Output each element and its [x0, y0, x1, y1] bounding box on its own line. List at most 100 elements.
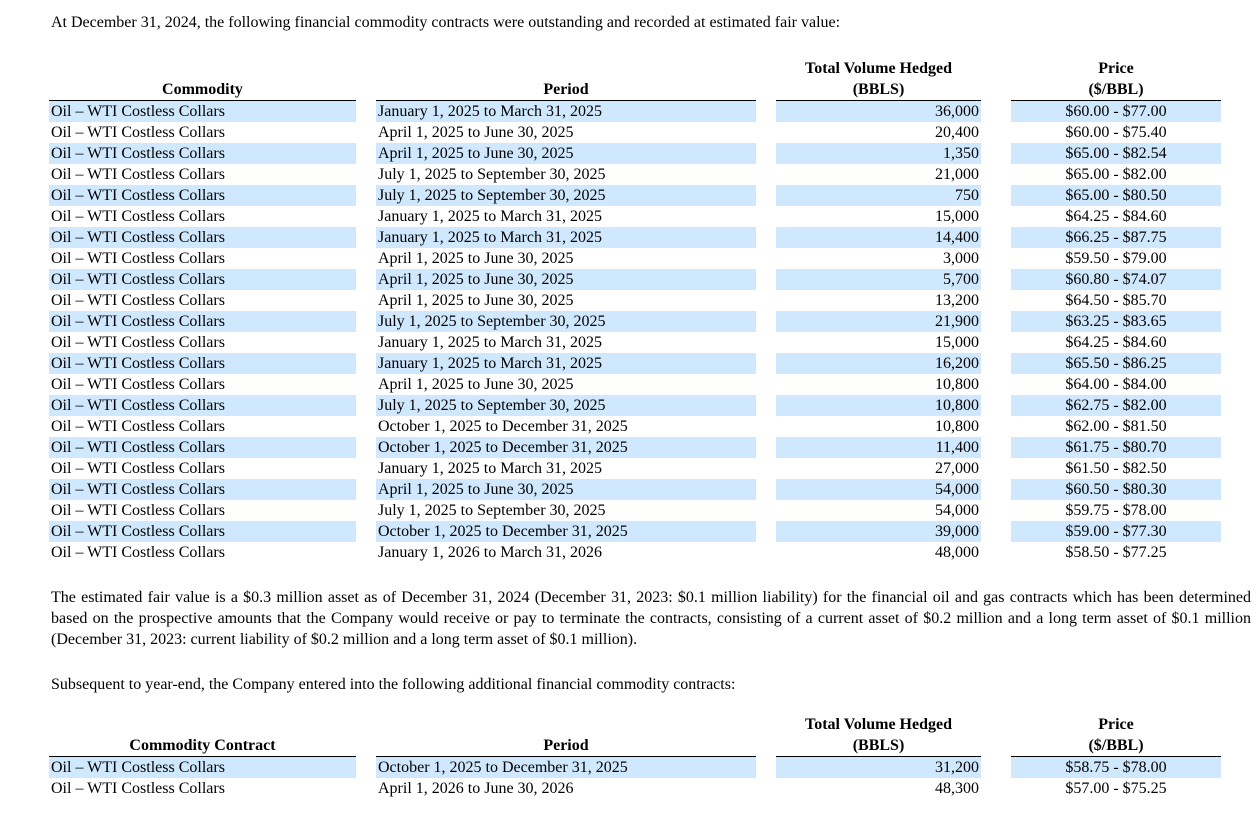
period-column-header: Period	[376, 58, 756, 101]
fair-value-paragraph: The estimated fair value is a $0.3 milli…	[51, 589, 1251, 648]
price-cell: $63.25 - $83.65	[1011, 311, 1221, 332]
table-row: Oil – WTI Costless Collars July 1, 2025 t…	[49, 164, 1221, 185]
commodity-cell: Oil – WTI Costless Collars	[49, 778, 356, 799]
table-row: Oil – WTI Costless Collars July 1, 2025 t…	[49, 311, 1221, 332]
period-cell: July 1, 2025 to September 30, 2025	[376, 395, 756, 416]
subsequent-contracts-table: Commodity Contract Period Total Volume H…	[49, 714, 1221, 799]
volume-cell: 750	[776, 185, 981, 206]
table-row: Oil – WTI Costless Collars April 1, 2025 …	[49, 479, 1221, 500]
period-cell: October 1, 2025 to December 31, 2025	[376, 416, 756, 437]
commodity-contract-column-header: Commodity Contract	[49, 714, 356, 757]
commodity-cell: Oil – WTI Costless Collars	[49, 100, 356, 122]
price-cell: $59.50 - $79.00	[1011, 248, 1221, 269]
volume-cell: 10,800	[776, 416, 981, 437]
period-cell: January 1, 2025 to March 31, 2025	[376, 206, 756, 227]
table-row: Oil – WTI Costless Collars January 1, 202…	[49, 353, 1221, 374]
table-header-row: Commodity Contract Period Total Volume H…	[49, 714, 1221, 757]
period-cell: April 1, 2025 to June 30, 2025	[376, 479, 756, 500]
table-row: Oil – WTI Costless Collars January 1, 202…	[49, 332, 1221, 353]
price-column-header: Price ($/BBL)	[1011, 58, 1221, 101]
commodity-cell: Oil – WTI Costless Collars	[49, 164, 356, 185]
table-row: Oil – WTI Costless Collars April 1, 2025 …	[49, 248, 1221, 269]
intro-paragraph: At December 31, 2024, the following fina…	[51, 14, 841, 31]
table-row: Oil – WTI Costless Collars July 1, 2025 t…	[49, 395, 1221, 416]
price-cell: $61.75 - $80.70	[1011, 437, 1221, 458]
table-row: Oil – WTI Costless Collars October 1, 202…	[49, 756, 1221, 778]
period-cell: July 1, 2025 to September 30, 2025	[376, 311, 756, 332]
volume-cell: 10,800	[776, 395, 981, 416]
volume-cell: 15,000	[776, 206, 981, 227]
period-cell: October 1, 2025 to December 31, 2025	[376, 521, 756, 542]
price-cell: $58.50 - $77.25	[1011, 542, 1221, 563]
volume-cell: 20,400	[776, 122, 981, 143]
price-cell: $60.80 - $74.07	[1011, 269, 1221, 290]
price-cell: $59.75 - $78.00	[1011, 500, 1221, 521]
price-cell: $66.25 - $87.75	[1011, 227, 1221, 248]
volume-cell: 3,000	[776, 248, 981, 269]
volume-cell: 5,700	[776, 269, 981, 290]
period-cell: January 1, 2025 to March 31, 2025	[376, 353, 756, 374]
table-row: Oil – WTI Costless Collars April 1, 2025 …	[49, 122, 1221, 143]
period-cell: January 1, 2025 to March 31, 2025	[376, 332, 756, 353]
volume-cell: 31,200	[776, 756, 981, 778]
commodity-cell: Oil – WTI Costless Collars	[49, 395, 356, 416]
table-header-row: Commodity Period Total Volume Hedged (BBL…	[49, 58, 1221, 101]
period-cell: April 1, 2025 to June 30, 2025	[376, 122, 756, 143]
volume-cell: 13,200	[776, 290, 981, 311]
price-cell: $60.50 - $80.30	[1011, 479, 1221, 500]
price-cell: $58.75 - $78.00	[1011, 756, 1221, 778]
period-cell: January 1, 2025 to March 31, 2025	[376, 227, 756, 248]
table-row: Oil – WTI Costless Collars July 1, 2025 t…	[49, 500, 1221, 521]
volume-column-header: Total Volume Hedged (BBLS)	[776, 714, 981, 757]
volume-cell: 1,350	[776, 143, 981, 164]
price-cell: $64.50 - $85.70	[1011, 290, 1221, 311]
volume-cell: 15,000	[776, 332, 981, 353]
commodity-cell: Oil – WTI Costless Collars	[49, 756, 356, 778]
table-row: Oil – WTI Costless Collars October 1, 202…	[49, 437, 1221, 458]
table-row: Oil – WTI Costless Collars July 1, 2025 t…	[49, 185, 1221, 206]
period-cell: October 1, 2025 to December 31, 2025	[376, 437, 756, 458]
price-cell: $60.00 - $77.00	[1011, 100, 1221, 122]
period-cell: April 1, 2025 to June 30, 2025	[376, 269, 756, 290]
volume-cell: 36,000	[776, 100, 981, 122]
commodity-cell: Oil – WTI Costless Collars	[49, 479, 356, 500]
period-column-header: Period	[376, 714, 756, 757]
commodity-cell: Oil – WTI Costless Collars	[49, 206, 356, 227]
table-row: Oil – WTI Costless Collars April 1, 2025 …	[49, 374, 1221, 395]
price-cell: $64.00 - $84.00	[1011, 374, 1221, 395]
commodity-cell: Oil – WTI Costless Collars	[49, 500, 356, 521]
table-row: Oil – WTI Costless Collars April 1, 2025 …	[49, 269, 1221, 290]
volume-cell: 21,000	[776, 164, 981, 185]
volume-column-header: Total Volume Hedged (BBLS)	[776, 58, 981, 101]
commodity-cell: Oil – WTI Costless Collars	[49, 311, 356, 332]
volume-cell: 48,000	[776, 542, 981, 563]
price-cell: $64.25 - $84.60	[1011, 332, 1221, 353]
subsequent-contracts-paragraph: Subsequent to year-end, the Company ente…	[51, 676, 736, 693]
volume-cell: 27,000	[776, 458, 981, 479]
volume-cell: 16,200	[776, 353, 981, 374]
table-row: Oil – WTI Costless Collars January 1, 202…	[49, 458, 1221, 479]
volume-cell: 11,400	[776, 437, 981, 458]
commodity-cell: Oil – WTI Costless Collars	[49, 542, 356, 563]
volume-cell: 39,000	[776, 521, 981, 542]
commodity-cell: Oil – WTI Costless Collars	[49, 353, 356, 374]
volume-cell: 54,000	[776, 500, 981, 521]
commodity-cell: Oil – WTI Costless Collars	[49, 521, 356, 542]
price-cell: $65.00 - $82.00	[1011, 164, 1221, 185]
period-cell: April 1, 2026 to June 30, 2026	[376, 778, 756, 799]
period-cell: July 1, 2025 to September 30, 2025	[376, 500, 756, 521]
table-row: Oil – WTI Costless Collars January 1, 202…	[49, 100, 1221, 122]
volume-cell: 54,000	[776, 479, 981, 500]
price-cell: $61.50 - $82.50	[1011, 458, 1221, 479]
table-row: Oil – WTI Costless Collars January 1, 202…	[49, 542, 1221, 563]
commodity-cell: Oil – WTI Costless Collars	[49, 332, 356, 353]
table-row: Oil – WTI Costless Collars April 1, 2025 …	[49, 290, 1221, 311]
commodity-cell: Oil – WTI Costless Collars	[49, 185, 356, 206]
volume-cell: 48,300	[776, 778, 981, 799]
price-cell: $64.25 - $84.60	[1011, 206, 1221, 227]
commodity-cell: Oil – WTI Costless Collars	[49, 374, 356, 395]
period-cell: April 1, 2025 to June 30, 2025	[376, 248, 756, 269]
commodity-cell: Oil – WTI Costless Collars	[49, 269, 356, 290]
price-column-header: Price ($/BBL)	[1011, 714, 1221, 757]
volume-cell: 21,900	[776, 311, 981, 332]
